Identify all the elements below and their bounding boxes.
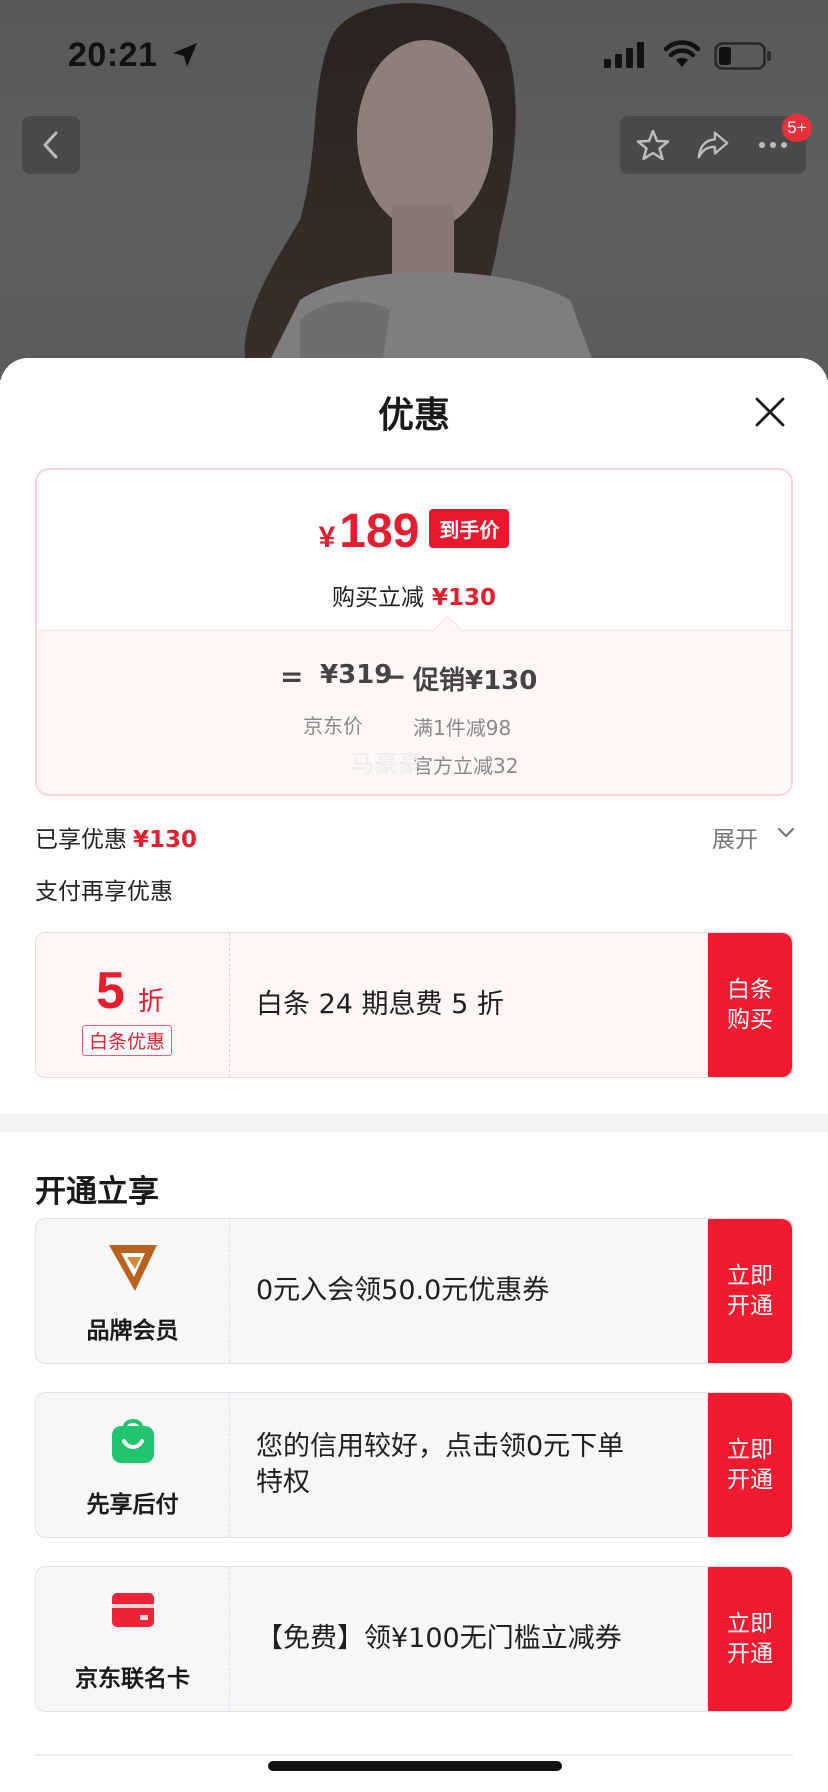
promo-detail-2: 官方立减32 (413, 754, 519, 778)
discount-badge: 5 折 白条优惠 (36, 933, 230, 1077)
credit-card-icon (111, 1593, 154, 1627)
promo-detail-1: 满1件减98 (413, 716, 512, 740)
location-arrow-icon (173, 43, 197, 67)
section-divider (0, 1114, 828, 1132)
enjoyed-amount: ¥130 (133, 827, 198, 853)
service-text: 【免费】领¥100无门槛立减券 (256, 1623, 622, 1654)
back-button[interactable] (22, 116, 80, 174)
button-label: 立即开通 (727, 1611, 773, 1667)
expand-button[interactable]: 展开 (712, 820, 758, 854)
service-label: 先享后付 (86, 1492, 179, 1518)
service-label: 京东联名卡 (75, 1666, 190, 1692)
service-text: 您的信用较好，点击领0元下单特权 (256, 1431, 625, 1498)
service-icon-wrap (36, 1589, 229, 1631)
brand-member-card[interactable]: 品牌会员 0元入会领50.0元优惠券 立即开通 (35, 1218, 793, 1364)
open-now-button[interactable]: 立即开通 (708, 1219, 792, 1363)
reduce-amount: ¥130 (431, 585, 496, 611)
wifi-icon (664, 40, 700, 67)
service-badge: 京东联名卡 (36, 1567, 230, 1711)
service-icon-wrap (36, 1415, 229, 1465)
service-icon-wrap (36, 1241, 229, 1293)
base-price-label: 京东价 (303, 714, 363, 738)
share-icon[interactable] (696, 128, 730, 162)
minus-sign: − (383, 660, 407, 693)
service-text: 0元入会领50.0元优惠券 (256, 1275, 550, 1306)
pay-later-card[interactable]: 先享后付 您的信用较好，点击领0元下单特权 立即开通 (35, 1392, 793, 1538)
home-indicator[interactable] (268, 1761, 562, 1771)
open-section-title: 开通立享 (35, 1174, 159, 1210)
close-icon[interactable] (752, 394, 788, 430)
purchase-reduction: 购买立减 ¥130 (37, 578, 791, 612)
pay-more-heading: 支付再享优惠 (35, 879, 173, 905)
sheet-title: 优惠 (377, 395, 450, 436)
discount-tag: 白条优惠 (82, 1025, 173, 1056)
shopping-bag-smile-icon (111, 1419, 154, 1463)
promo-amount: 促销¥130 (413, 666, 538, 696)
service-badge: 品牌会员 (36, 1219, 230, 1363)
chevron-left-icon (43, 131, 58, 159)
battery-icon (714, 42, 771, 70)
button-label: 白条购买 (727, 977, 773, 1033)
discount-unit: 折 (138, 987, 165, 1017)
discount-number: 5 (96, 962, 125, 1020)
notification-badge: 5+ (782, 114, 812, 142)
brand-member-v-icon (108, 1245, 157, 1291)
final-price: 189 (339, 505, 420, 558)
enjoyed-label: 已享优惠 (35, 827, 127, 853)
star-favorite-icon[interactable] (636, 128, 670, 162)
bottom-separator (35, 1754, 793, 1756)
cellular-signal-icon (604, 42, 644, 68)
offer-text: 白条 24 期息费 5 折 (256, 989, 504, 1020)
status-time: 20:21 (68, 36, 158, 74)
final-price-tag: 到手价 (429, 509, 510, 548)
chevron-down-icon[interactable] (776, 826, 796, 840)
status-bar: 20:21 (0, 0, 828, 110)
button-label: 立即开通 (727, 1437, 773, 1493)
jd-cobrand-card[interactable]: 京东联名卡 【免费】领¥100无门槛立减券 立即开通 (35, 1566, 793, 1712)
open-now-button[interactable]: 立即开通 (708, 1567, 792, 1711)
currency-symbol: ¥ (318, 521, 336, 554)
enjoyed-discount: 已享优惠 ¥130 (35, 820, 197, 854)
final-price-row: ¥ 189 到手价 (37, 504, 791, 559)
open-now-button[interactable]: 立即开通 (708, 1393, 792, 1537)
baitiao-offer-card[interactable]: 5 折 白条优惠 白条 24 期息费 5 折 白条购买 (35, 932, 793, 1078)
service-badge: 先享后付 (36, 1393, 230, 1537)
base-price: ¥319 (320, 660, 393, 690)
service-label: 品牌会员 (86, 1318, 179, 1344)
watermark: 马豪豪 (350, 750, 422, 778)
button-label: 立即开通 (727, 1263, 773, 1319)
equals-sign: = (280, 660, 304, 693)
reduce-label: 购买立减 (331, 585, 424, 611)
header-actions (620, 116, 806, 174)
discount-sheet: 优惠 ¥ 189 到手价 购买立减 ¥130 = ¥319 − 促销¥130 京东… (0, 358, 828, 1792)
baitiao-buy-button[interactable]: 白条购买 (708, 933, 792, 1077)
